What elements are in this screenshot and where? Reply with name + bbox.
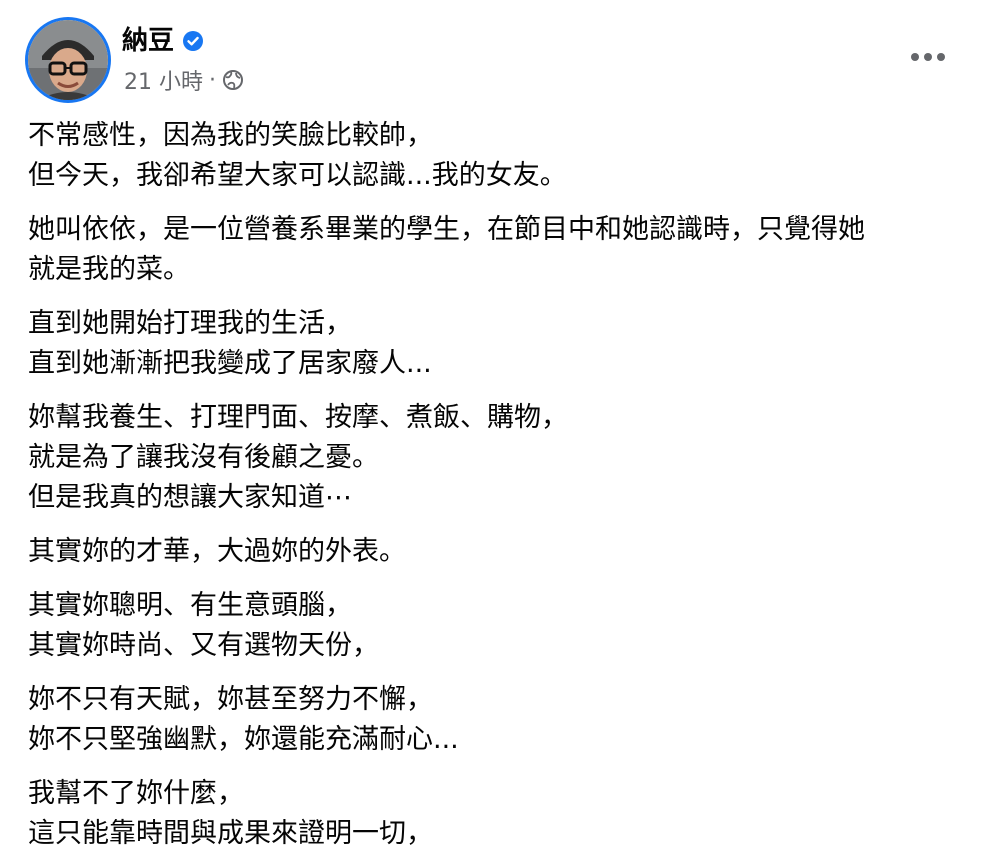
post-timestamp[interactable]: 21 小時	[124, 64, 203, 96]
verified-badge-icon	[182, 30, 204, 52]
avatar[interactable]	[28, 20, 108, 100]
meta-separator: ·	[209, 67, 216, 93]
post-text-line: 直到她開始打理我的生活，	[28, 308, 352, 339]
post-paragraph: 我幫不了妳什麼， 這只能靠時間與成果來證明一切，	[28, 774, 968, 854]
post-paragraph: 她叫依依，是一位營養系畢業的學生，在節目中和她認識時，只覺得她 就是我的菜。	[28, 210, 968, 290]
post-header: 納豆 21 小時 ·	[0, 0, 996, 110]
post-text-line: 直到她漸漸把我變成了居家廢人...	[28, 348, 432, 379]
post-text-line: 但今天，我卻希望大家可以認識...我的女友。	[28, 160, 567, 191]
post-text-line: 就是為了讓我沒有後顧之憂。	[28, 442, 379, 473]
post-paragraph: 不常感性，因為我的笑臉比較帥， 但今天，我卻希望大家可以認識...我的女友。	[28, 116, 968, 196]
post-text-line: 其實妳聰明、有生意頭腦，	[28, 590, 352, 621]
post-text-line: 她叫依依，是一位營養系畢業的學生，在節目中和她認識時，只覺得她	[28, 214, 865, 245]
post-text-line: 但是我真的想讓大家知道⋯	[28, 482, 352, 513]
post-text-line: 其實妳時尚、又有選物天份，	[28, 630, 379, 661]
post-text-line: 妳不只有天賦，妳甚至努力不懈，	[28, 684, 433, 715]
avatar-image	[28, 20, 108, 100]
post-meta: 21 小時 ·	[124, 64, 244, 96]
post-text-line: 就是我的菜。	[28, 254, 190, 285]
post-text-line: 妳幫我養生、打理門面、按摩、煮飯、購物，	[28, 402, 568, 433]
post-text-line: 妳不只堅強幽默，妳還能充滿耐心...	[28, 724, 459, 755]
author-row: 納豆	[122, 24, 204, 58]
more-options-button[interactable]	[900, 36, 956, 78]
post-paragraph: 其實妳的才華，大過妳的外表。	[28, 532, 968, 572]
post-paragraph: 直到她開始打理我的生活， 直到她漸漸把我變成了居家廢人...	[28, 304, 968, 384]
post-paragraph: 其實妳聰明、有生意頭腦， 其實妳時尚、又有選物天份，	[28, 586, 968, 666]
post-paragraph: 妳不只有天賦，妳甚至努力不懈， 妳不只堅強幽默，妳還能充滿耐心...	[28, 680, 968, 760]
author-name[interactable]: 納豆	[122, 24, 174, 58]
post-text-line: 不常感性，因為我的笑臉比較帥，	[28, 120, 433, 151]
globe-icon[interactable]	[222, 69, 244, 91]
post-paragraph: 妳幫我養生、打理門面、按摩、煮飯、購物， 就是為了讓我沒有後顧之憂。 但是我真的…	[28, 398, 968, 518]
post-text-line: 這只能靠時間與成果來證明一切，	[28, 818, 433, 849]
post-text-line: 我幫不了妳什麼，	[28, 778, 244, 809]
post-body: 不常感性，因為我的笑臉比較帥， 但今天，我卻希望大家可以認識...我的女友。 她…	[28, 116, 968, 868]
post-text-line: 其實妳的才華，大過妳的外表。	[28, 536, 406, 567]
more-options-icon	[911, 53, 945, 61]
